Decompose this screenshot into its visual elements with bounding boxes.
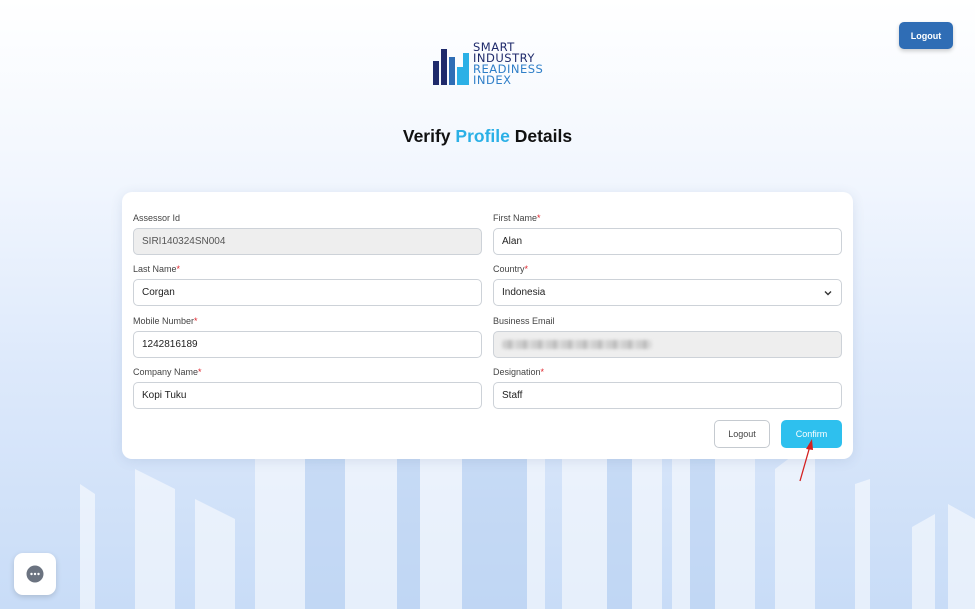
- mobile-number-value: 1242816189: [142, 339, 198, 350]
- page-title: Verify Profile Details: [0, 126, 975, 147]
- first-name-input[interactable]: Alan: [493, 228, 842, 255]
- assessor-id-input[interactable]: SIRI140324SN004: [133, 228, 482, 255]
- designation-label: Designation*: [493, 367, 545, 377]
- logo-line: INDEX: [473, 73, 512, 87]
- profile-form-card: Assessor Id SIRI140324SN004 First Name* …: [122, 192, 853, 459]
- designation-field: Designation* Staff: [493, 367, 842, 409]
- country-field: Country* Indonesia: [493, 264, 842, 306]
- annotation-arrow-icon: [799, 439, 813, 482]
- country-value: Indonesia: [502, 287, 546, 298]
- country-select[interactable]: Indonesia: [493, 279, 842, 306]
- chevron-down-icon: [824, 291, 832, 296]
- mobile-number-field: Mobile Number* 1242816189: [133, 316, 482, 358]
- mobile-number-input[interactable]: 1242816189: [133, 331, 482, 358]
- company-name-input[interactable]: Kopi Tuku: [133, 382, 482, 409]
- assessor-id-field: Assessor Id SIRI140324SN004: [133, 213, 482, 255]
- last-name-field: Last Name* Corgan: [133, 264, 482, 306]
- header-logout-button[interactable]: Logout: [899, 22, 953, 49]
- redacted-email: [502, 340, 652, 349]
- logo-bars-icon: [433, 49, 469, 85]
- company-name-field: Company Name* Kopi Tuku: [133, 367, 482, 409]
- company-name-value: Kopi Tuku: [142, 390, 187, 401]
- assessor-id-value: SIRI140324SN004: [142, 236, 226, 247]
- designation-input[interactable]: Staff: [493, 382, 842, 409]
- siri-logo: SMART INDUSTRY READINESS INDEX: [432, 41, 543, 87]
- first-name-label: First Name*: [493, 213, 541, 223]
- business-email-input[interactable]: [493, 331, 842, 358]
- last-name-label: Last Name*: [133, 264, 181, 274]
- mobile-number-label: Mobile Number*: [133, 316, 198, 326]
- last-name-value: Corgan: [142, 287, 175, 298]
- designation-value: Staff: [502, 390, 523, 401]
- title-part-2: Details: [509, 126, 573, 146]
- form-logout-button[interactable]: Logout: [714, 420, 770, 448]
- first-name-field: First Name* Alan: [493, 213, 842, 255]
- first-name-value: Alan: [502, 236, 523, 247]
- chat-icon: [26, 565, 44, 583]
- country-label: Country*: [493, 264, 529, 274]
- last-name-input[interactable]: Corgan: [133, 279, 482, 306]
- chat-widget-button[interactable]: [14, 553, 56, 595]
- business-email-label: Business Email: [493, 316, 555, 326]
- business-email-field: Business Email: [493, 316, 842, 358]
- company-name-label: Company Name*: [133, 367, 202, 377]
- assessor-id-label: Assessor Id: [133, 213, 181, 223]
- title-accent: Profile: [455, 126, 510, 146]
- logo-text: SMART INDUSTRY READINESS INDEX: [473, 41, 543, 87]
- title-part-1: Verify: [402, 126, 456, 146]
